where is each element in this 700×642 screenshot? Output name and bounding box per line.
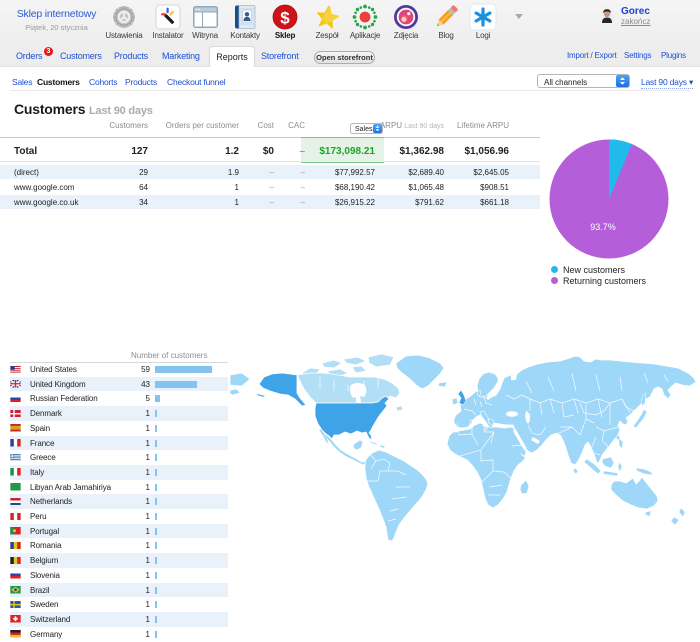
svg-text:$: $	[280, 9, 290, 28]
svg-text:93.7%: 93.7%	[590, 222, 616, 232]
